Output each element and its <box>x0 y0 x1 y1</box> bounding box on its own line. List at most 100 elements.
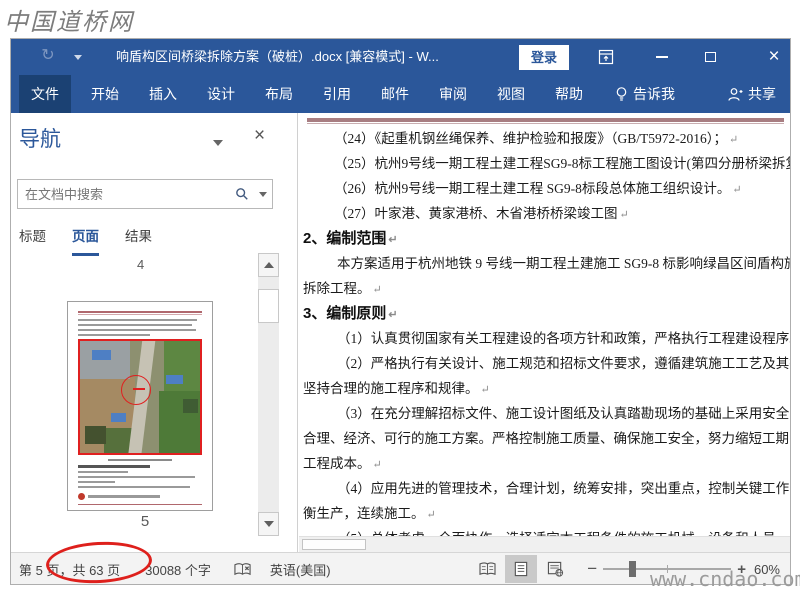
satellite-field-area <box>164 341 200 395</box>
nav-scroll-up-button[interactable] <box>258 253 279 277</box>
thumb-satellite-image <box>78 339 202 455</box>
document-canvas[interactable]: （24）《起重机钢丝绳保养、维护检验和报废》（GB/T5972-2016）； ↵ … <box>299 113 790 552</box>
doc-line: 合理、经济、可行的施工方案。严格控制施工质量、确保施工安全，努力缩短工期，降低 <box>303 431 790 446</box>
ribbon-display-options-button[interactable] <box>591 39 621 75</box>
read-mode-button[interactable] <box>471 555 503 583</box>
thumb-header-rule <box>78 311 202 313</box>
document-title: 响盾构区间桥梁拆除方案（破桩）.docx [兼容模式] - W... <box>116 49 439 64</box>
horizontal-scrollbar[interactable] <box>299 536 790 552</box>
doc-line: （24）《起重机钢丝绳保养、维护检验和报废》（GB/T5972-2016）； ↵ <box>334 131 739 146</box>
thumb-text-line <box>78 334 150 336</box>
tab-insert[interactable]: 插入 <box>139 75 187 113</box>
satellite-buildings-area <box>80 341 131 380</box>
magnifier-icon <box>236 188 248 200</box>
close-icon: × <box>768 46 780 67</box>
tab-layout[interactable]: 布局 <box>255 75 303 113</box>
thumb-text-line <box>78 486 190 488</box>
doc-line: （26）杭州9号线一期工程土建工程 SG9-8标段总体施工组织设计。 ↵ <box>334 181 742 196</box>
doc-line: （3）在充分理解招标文件、施工设计图纸及认真踏勘现场的基础上采用安全、先进 <box>337 406 790 421</box>
doc-line: 本方案适用于杭州地铁 9 号线一期工程土建施工 SG9-8 标影响绿昌区间盾构施… <box>337 256 790 271</box>
zoom-out-button[interactable]: − <box>587 559 597 579</box>
triangle-down-icon <box>263 521 274 527</box>
main-area: 导航 × 标题 页面 结果 4 <box>11 113 790 552</box>
doc-line: 拆除工程。 ↵ <box>303 281 382 296</box>
document-header-rule <box>307 118 784 122</box>
navigation-pane-title: 导航 <box>19 128 61 151</box>
page-4-label: 4 <box>137 257 145 272</box>
red-label-mark <box>132 388 145 391</box>
thumb-footer-text <box>88 495 160 498</box>
thumb-text-line <box>78 324 193 326</box>
page-5-label: 5 <box>140 513 150 530</box>
person-plus-icon <box>728 87 743 101</box>
document-text[interactable]: （24）《起重机钢丝绳保养、维护检验和报废》（GB/T5972-2016）； ↵ … <box>301 126 790 551</box>
horizontal-scrollbar-thumb[interactable] <box>302 539 366 550</box>
qat-dropdown-icon[interactable] <box>74 55 82 60</box>
watermark-site-name: 中国道桥网 <box>4 8 134 36</box>
tab-help[interactable]: 帮助 <box>545 75 593 113</box>
proofing-errors-button[interactable] <box>233 561 252 578</box>
thumb-footer-rule <box>78 504 202 505</box>
maximize-button[interactable] <box>695 39 725 75</box>
page-5-thumbnail[interactable] <box>67 301 213 511</box>
minimize-icon <box>656 56 668 58</box>
tab-view[interactable]: 视图 <box>487 75 535 113</box>
company-logo-icon <box>78 493 85 500</box>
thumb-text-line <box>78 481 116 483</box>
search-dropdown-icon[interactable] <box>254 191 272 197</box>
tab-mailings[interactable]: 邮件 <box>371 75 419 113</box>
tab-review[interactable]: 审阅 <box>429 75 477 113</box>
nav-tab-pages[interactable]: 页面 <box>72 225 99 256</box>
status-left-group: 第 5 页，共 63 页 30088 个字 英语(美国) <box>19 553 331 585</box>
tab-home[interactable]: 开始 <box>81 75 129 113</box>
doc-line: （2）严格执行有关设计、施工规范和招标文件要求，遵循建筑施工工艺及其技术规律 <box>337 356 790 371</box>
thumb-footer <box>78 493 202 500</box>
doc-line: （4）应用先进的管理技术，合理计划，统筹安排，突出重点，控制关键工作，实现均 <box>337 481 790 496</box>
nav-tab-headings[interactable]: 标题 <box>19 225 46 256</box>
document-header-rule-2 <box>307 123 784 124</box>
tab-design[interactable]: 设计 <box>197 75 245 113</box>
nav-scrollbar[interactable] <box>258 253 279 536</box>
nav-tab-results[interactable]: 结果 <box>125 225 152 256</box>
share-button[interactable]: 共享 <box>727 75 776 113</box>
word-window: ↻ 响盾构区间桥梁拆除方案（破桩）.docx [兼容模式] - W... 登录 … <box>10 38 791 585</box>
satellite-trees <box>183 399 198 413</box>
titlebar: ↻ 响盾构区间桥梁拆除方案（破桩）.docx [兼容模式] - W... 登录 … <box>11 39 790 75</box>
close-button[interactable]: × <box>759 39 789 75</box>
doc-line: 衡生产，连续施工。 ↵ <box>303 506 436 521</box>
word-count-indicator[interactable]: 30088 个字 <box>145 560 211 579</box>
search-button[interactable] <box>230 187 254 201</box>
login-button[interactable]: 登录 <box>519 45 569 70</box>
doc-line: （27）叶家港、黄家港桥、木省港桥桥梁竣工图 ↵ <box>334 206 629 221</box>
navigation-close-icon[interactable]: × <box>254 125 265 147</box>
thumb-figure-caption <box>107 459 173 461</box>
lightbulb-icon <box>616 87 627 101</box>
tab-file[interactable]: 文件 <box>19 75 71 113</box>
ribbon-tabbar: 文件 开始 插入 设计 布局 引用 邮件 审阅 视图 帮助 告诉我 共享 <box>11 75 790 113</box>
thumb-text-line <box>78 319 198 321</box>
thumb-text-line <box>78 471 128 473</box>
minimize-button[interactable] <box>647 39 677 75</box>
nav-scroll-down-button[interactable] <box>258 512 279 536</box>
zoom-slider-thumb[interactable] <box>629 561 637 577</box>
navigation-options-icon[interactable] <box>213 140 223 146</box>
thumb-text-line <box>78 329 196 331</box>
search-input[interactable] <box>18 186 230 202</box>
language-indicator[interactable]: 英语(美国) <box>270 560 331 579</box>
nav-scrollbar-thumb[interactable] <box>258 289 279 323</box>
navigation-tabs: 标题 页面 结果 <box>19 225 152 256</box>
doc-line: （1）认真贯彻国家有关工程建设的各项方针和政策，严格执行工程建设程序。↵ <box>337 331 790 346</box>
tab-references[interactable]: 引用 <box>313 75 361 113</box>
caret-down-icon <box>259 191 267 197</box>
tell-me-button[interactable]: 告诉我 <box>615 75 675 113</box>
satellite-blue-roof <box>92 349 112 361</box>
document-page-icon <box>515 561 528 577</box>
triangle-up-icon <box>263 262 274 268</box>
satellite-trees <box>84 426 107 445</box>
quick-access-undo-icon[interactable]: ↻ <box>39 47 57 65</box>
document-search-box <box>17 179 273 209</box>
share-label: 共享 <box>748 86 776 102</box>
web-layout-button[interactable] <box>539 555 571 583</box>
page-number-indicator[interactable]: 第 5 页，共 63 页 <box>19 560 120 579</box>
print-layout-button[interactable] <box>505 555 538 583</box>
